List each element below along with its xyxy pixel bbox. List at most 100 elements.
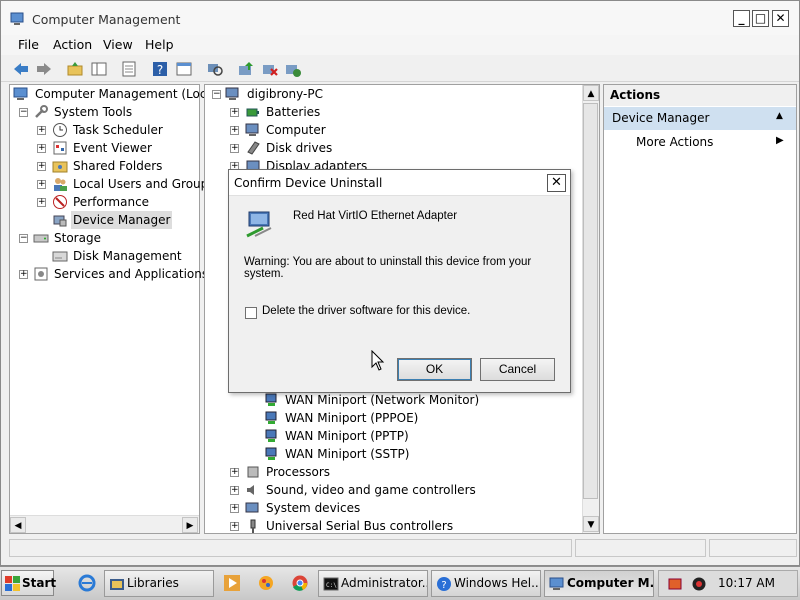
enable-device-icon[interactable]: [284, 60, 302, 78]
dialog-title-bar[interactable]: Confirm Device Uninstall ✕: [229, 170, 570, 196]
start-button[interactable]: Start: [1, 570, 56, 596]
collapse-icon[interactable]: −: [19, 108, 28, 117]
more-actions-item[interactable]: More Actions ▶: [636, 135, 786, 149]
taskbar-item-label: Computer M...: [567, 576, 654, 590]
dialog-close-button[interactable]: ✕: [547, 174, 566, 192]
scroll-down-icon[interactable]: ▼: [583, 516, 599, 532]
expand-icon[interactable]: +: [37, 162, 46, 171]
menu-help[interactable]: Help: [145, 37, 174, 52]
taskbar-item-label: Libraries: [127, 576, 179, 590]
expand-icon[interactable]: +: [37, 144, 46, 153]
speaker-tray-icon[interactable]: [691, 576, 707, 592]
uninstall-device-icon[interactable]: [261, 60, 279, 78]
taskbar-windows-help[interactable]: ? Windows Hel...: [431, 570, 541, 597]
scroll-left-icon[interactable]: ◀: [10, 517, 26, 533]
performance-icon: [53, 195, 67, 209]
expand-icon[interactable]: +: [19, 270, 28, 279]
minimize-button[interactable]: _: [733, 10, 750, 27]
uninstall-warning: Warning: You are about to uninstall this…: [244, 256, 532, 280]
back-icon[interactable]: [12, 60, 30, 78]
expand-icon[interactable]: +: [37, 198, 46, 207]
clock[interactable]: 10:17 AM: [718, 576, 775, 590]
update-driver-icon[interactable]: [237, 60, 255, 78]
tree-item-label: Shared Folders: [73, 159, 163, 173]
status-cell: [575, 539, 706, 557]
actions-section-device-manager[interactable]: Device Manager ▲: [604, 107, 796, 130]
taskbar-computer-management[interactable]: Computer M...: [544, 570, 654, 597]
tree-item-label: Local Users and Groups: [73, 177, 215, 191]
expand-icon[interactable]: +: [230, 126, 239, 135]
taskbar-libraries[interactable]: Libraries: [104, 570, 214, 597]
device-name: Red Hat VirtIO Ethernet Adapter: [293, 210, 458, 222]
collapse-icon[interactable]: −: [212, 90, 221, 99]
expand-icon[interactable]: +: [37, 180, 46, 189]
delete-driver-label[interactable]: Delete the driver software for this devi…: [262, 305, 470, 317]
tree-item-label: Services and Applications: [54, 267, 209, 281]
help-icon[interactable]: ?: [151, 60, 169, 78]
actions-pane: [603, 84, 797, 534]
svg-text:?: ?: [157, 63, 163, 77]
menu-bar: File Action View Help: [1, 35, 799, 55]
internet-explorer-icon[interactable]: [78, 574, 96, 592]
network-adapter-icon: [265, 393, 277, 406]
expand-icon[interactable]: +: [230, 486, 239, 495]
console-tree: Computer Management (Local − System Tool…: [9, 84, 217, 534]
ok-button[interactable]: OK: [397, 358, 472, 381]
menu-action[interactable]: Action: [53, 37, 92, 52]
expand-icon[interactable]: +: [230, 522, 239, 531]
collapse-icon[interactable]: −: [19, 234, 28, 243]
menu-file[interactable]: File: [18, 37, 39, 52]
collapse-up-icon[interactable]: ▲: [776, 111, 783, 121]
tools-icon: [35, 105, 48, 118]
processor-icon: [247, 466, 259, 478]
properties-icon[interactable]: [120, 60, 138, 78]
device-category-label: Computer: [266, 123, 326, 137]
computer-icon: [245, 123, 259, 136]
media-player-icon[interactable]: [223, 574, 241, 592]
forward-icon[interactable]: [35, 60, 53, 78]
expand-icon[interactable]: +: [230, 108, 239, 117]
disk-icon: [52, 251, 68, 262]
storage-icon: [33, 234, 49, 243]
device-category-label: Universal Serial Bus controllers: [266, 519, 454, 533]
title-bar[interactable]: Computer Management _ □ ✕: [1, 1, 799, 35]
device-item-label: WAN Miniport (Network Monitor): [285, 393, 480, 407]
tree-item-label: Performance: [73, 195, 150, 209]
window-title: Computer Management: [32, 12, 181, 27]
left-horizontal-scrollbar[interactable]: ◀ ▶: [10, 515, 199, 533]
battery-icon: [246, 108, 259, 117]
paint-icon[interactable]: [257, 574, 275, 592]
computer-management-icon: [549, 577, 564, 590]
maximize-button[interactable]: □: [752, 10, 769, 27]
computer-management-icon: [13, 87, 28, 100]
system-device-icon: [245, 502, 259, 513]
expand-icon[interactable]: +: [37, 126, 46, 135]
scroll-right-icon[interactable]: ▶: [182, 517, 198, 533]
scan-hardware-icon[interactable]: [206, 60, 224, 78]
scroll-up-icon[interactable]: ▲: [583, 85, 599, 101]
device-category-label: Batteries: [266, 105, 321, 119]
network-adapter-icon: [265, 447, 277, 460]
expand-icon[interactable]: +: [230, 504, 239, 513]
expand-icon[interactable]: +: [230, 468, 239, 477]
tree-item-label: Computer Management (Local: [35, 87, 218, 101]
svg-text:C:\: C:\: [326, 582, 337, 589]
tree-item-label: Disk Management: [73, 249, 182, 263]
delete-driver-checkbox[interactable]: [245, 307, 257, 319]
scrollbar-thumb[interactable]: [583, 103, 598, 499]
cancel-button[interactable]: Cancel: [480, 358, 555, 381]
show-hide-tree-icon[interactable]: [90, 60, 108, 78]
view-icon[interactable]: [175, 60, 193, 78]
taskbar-administrator[interactable]: C:\ Administrator...: [318, 570, 428, 597]
help-icon: ?: [437, 577, 451, 591]
close-button[interactable]: ✕: [772, 10, 789, 27]
device-category-label: Processors: [266, 465, 331, 479]
chrome-icon[interactable]: [291, 574, 309, 592]
status-cell: [709, 539, 797, 557]
command-prompt-icon: C:\: [323, 577, 339, 591]
tree-item-label: Device Manager: [71, 211, 173, 229]
up-folder-icon[interactable]: [66, 60, 84, 78]
menu-view[interactable]: View: [103, 37, 133, 52]
expand-icon[interactable]: +: [230, 144, 239, 153]
network-tray-icon[interactable]: [667, 576, 683, 592]
